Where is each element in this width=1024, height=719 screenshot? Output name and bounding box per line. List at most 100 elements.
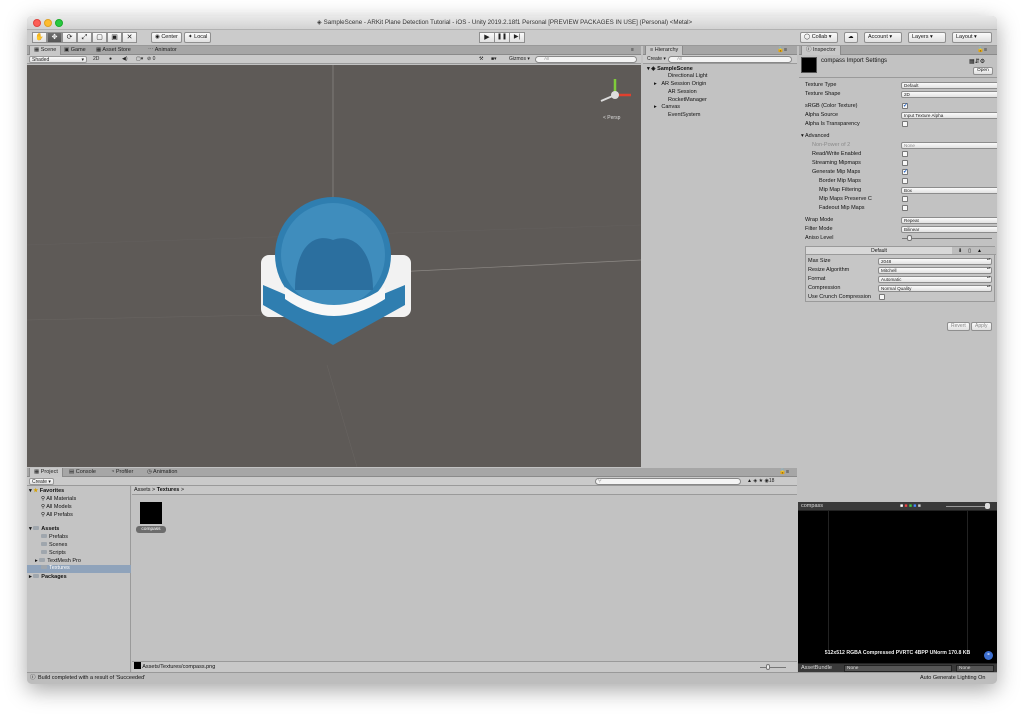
- crunch-checkbox[interactable]: [879, 294, 885, 300]
- assetbundle-variant-dropdown[interactable]: None: [956, 665, 994, 672]
- hierarchy-scene-root[interactable]: ▾ ◈ SampleScene: [647, 66, 693, 72]
- scene-orientation-gizmo[interactable]: < Persp: [595, 75, 635, 123]
- alpha-transparency-checkbox[interactable]: [902, 121, 908, 127]
- panel-menu-icon[interactable]: ≡: [627, 46, 638, 55]
- srgb-checkbox[interactable]: ✓: [902, 103, 908, 109]
- alpha-source-dropdown[interactable]: Input Texture Alpha: [901, 112, 997, 119]
- preview-image-area[interactable]: 512x512 RGBA Compressed PVRTC 4BPP UNorm…: [798, 511, 997, 663]
- scene-viewport[interactable]: < Persp: [27, 65, 641, 467]
- mip-level-slider[interactable]: [946, 506, 986, 507]
- apply-button[interactable]: Apply: [971, 322, 992, 331]
- tab-profiler[interactable]: ◔ Profiler: [107, 468, 137, 477]
- mip-preserve-checkbox[interactable]: [902, 196, 908, 202]
- rect-tool-button[interactable]: ▢: [92, 32, 107, 43]
- readwrite-checkbox[interactable]: [902, 151, 908, 157]
- compass-sprite[interactable]: [255, 195, 425, 375]
- tab-inspector[interactable]: ⓘ Inspector: [801, 46, 841, 55]
- close-window-button[interactable]: [33, 19, 41, 27]
- max-size-dropdown[interactable]: 2048: [878, 258, 992, 265]
- tab-scene[interactable]: ▦ Scene: [29, 46, 62, 55]
- tools-icon[interactable]: ⚒: [477, 56, 485, 63]
- format-dropdown[interactable]: Automatic: [878, 276, 992, 283]
- custom-tool-button[interactable]: ✕: [122, 32, 137, 43]
- tag-badge-icon[interactable]: ∘: [984, 651, 993, 660]
- platform-tabs[interactable]: ⬇ ▯ ▲: [952, 247, 996, 255]
- pivot-local-button[interactable]: ✦ Local: [184, 32, 212, 43]
- aniso-slider-track[interactable]: [902, 238, 992, 239]
- folder-item[interactable]: Scripts: [41, 550, 66, 556]
- pause-button[interactable]: ❚❚: [494, 32, 510, 43]
- breadcrumb-root[interactable]: Assets: [134, 487, 151, 493]
- hidden-objects-toggle[interactable]: ⊘ 0: [145, 56, 157, 63]
- assetbundle-dropdown[interactable]: None: [844, 665, 952, 672]
- audio-toggle[interactable]: ◀): [120, 56, 130, 63]
- asset-name-label[interactable]: compass: [136, 526, 166, 533]
- tab-hierarchy[interactable]: ≡ Hierarchy: [645, 46, 684, 55]
- hierarchy-item[interactable]: ▸ AR Session Origin: [654, 81, 706, 87]
- hierarchy-item[interactable]: RocketManager: [668, 97, 707, 103]
- project-create-dropdown[interactable]: Create ▾: [29, 478, 54, 485]
- tab-animator[interactable]: ⋯ Animator: [144, 46, 181, 55]
- aniso-slider-thumb[interactable]: [907, 235, 912, 241]
- wrap-mode-dropdown[interactable]: Repeat: [901, 217, 997, 224]
- open-button[interactable]: Open: [973, 67, 993, 75]
- lock-icon[interactable]: 🔒≡: [773, 46, 791, 55]
- rotate-tool-button[interactable]: ⟳: [62, 32, 77, 43]
- step-button[interactable]: ▶|: [509, 32, 525, 43]
- pivot-center-button[interactable]: ◉ Center: [151, 32, 182, 43]
- texture-type-dropdown[interactable]: Default: [901, 82, 997, 89]
- favorite-item[interactable]: ⚲ All Materials: [41, 496, 76, 502]
- mip-slider-thumb[interactable]: [985, 503, 990, 509]
- border-mip-checkbox[interactable]: [902, 178, 908, 184]
- cloud-button[interactable]: ☁: [844, 32, 858, 43]
- filter-mode-dropdown[interactable]: Bilinear: [901, 226, 997, 233]
- inspector-lock-icon[interactable]: 🔒≡: [973, 46, 991, 55]
- zoom-window-button[interactable]: [55, 19, 63, 27]
- assets-node[interactable]: ▾ Assets: [29, 526, 59, 532]
- hierarchy-item[interactable]: EventSystem: [668, 112, 700, 118]
- folder-item[interactable]: Scenes: [41, 542, 67, 548]
- tab-animation[interactable]: ◷ Animation: [143, 468, 182, 477]
- resize-dropdown[interactable]: Mitchell: [878, 267, 992, 274]
- favorite-item[interactable]: ⚲ All Models: [41, 504, 72, 510]
- icon-size-thumb[interactable]: [766, 664, 770, 670]
- packages-node[interactable]: ▸ Packages: [29, 574, 67, 580]
- icon-size-slider[interactable]: [760, 667, 786, 668]
- 2d-toggle[interactable]: 2D: [91, 56, 101, 63]
- hierarchy-item[interactable]: Directional Light: [668, 73, 707, 79]
- tab-asset-store[interactable]: ▦ Asset Store: [92, 46, 135, 55]
- layout-dropdown[interactable]: Layout ▾: [952, 32, 992, 43]
- compression-dropdown[interactable]: Normal Quality: [878, 285, 992, 292]
- folder-item[interactable]: ▸ TextMesh Pro: [35, 558, 81, 564]
- genmip-checkbox[interactable]: ✓: [902, 169, 908, 175]
- project-search-input[interactable]: ⚲: [595, 478, 741, 485]
- hierarchy-create-dropdown[interactable]: Create ▾: [645, 56, 668, 63]
- effects-dropdown[interactable]: ▢▾: [134, 56, 145, 63]
- favorites-node[interactable]: ▾ ★ Favorites: [29, 488, 64, 494]
- search-filter-buttons[interactable]: ▲ ◈ ★ ◉18: [745, 478, 776, 485]
- minimize-window-button[interactable]: [44, 19, 52, 27]
- scale-tool-button[interactable]: ⤢: [77, 32, 92, 43]
- hierarchy-item[interactable]: ▸ Canvas: [654, 104, 680, 110]
- fadeout-checkbox[interactable]: [902, 205, 908, 211]
- mip-filter-dropdown[interactable]: Box: [901, 187, 997, 194]
- scene-search-input[interactable]: All: [535, 56, 637, 63]
- platform-tab-default[interactable]: Default: [806, 247, 952, 255]
- advanced-foldout[interactable]: ▾ Advanced: [801, 132, 993, 140]
- streaming-mip-checkbox[interactable]: [902, 160, 908, 166]
- hierarchy-search-input[interactable]: All: [668, 56, 792, 63]
- move-tool-button[interactable]: ✥: [47, 32, 62, 43]
- tab-project[interactable]: ▦ Project: [29, 468, 63, 477]
- asset-thumbnail[interactable]: [140, 502, 162, 524]
- collab-button[interactable]: ◯ Collab ▾: [800, 32, 838, 43]
- shading-mode-dropdown[interactable]: Shaded ▾: [29, 56, 87, 63]
- folder-item-selected[interactable]: Textures: [27, 565, 131, 573]
- revert-button[interactable]: Revert: [947, 322, 970, 331]
- lighting-toggle[interactable]: ●: [107, 56, 114, 63]
- tab-game[interactable]: ▣ Game: [60, 46, 90, 55]
- gizmos-dropdown[interactable]: Gizmos ▾: [507, 56, 532, 63]
- status-message[interactable]: Build completed with a result of 'Succee…: [38, 673, 145, 684]
- layers-dropdown[interactable]: Layers ▾: [908, 32, 946, 43]
- inspector-header-icons[interactable]: ▦⇵⚙: [969, 58, 985, 65]
- hand-tool-button[interactable]: ✋: [32, 32, 47, 43]
